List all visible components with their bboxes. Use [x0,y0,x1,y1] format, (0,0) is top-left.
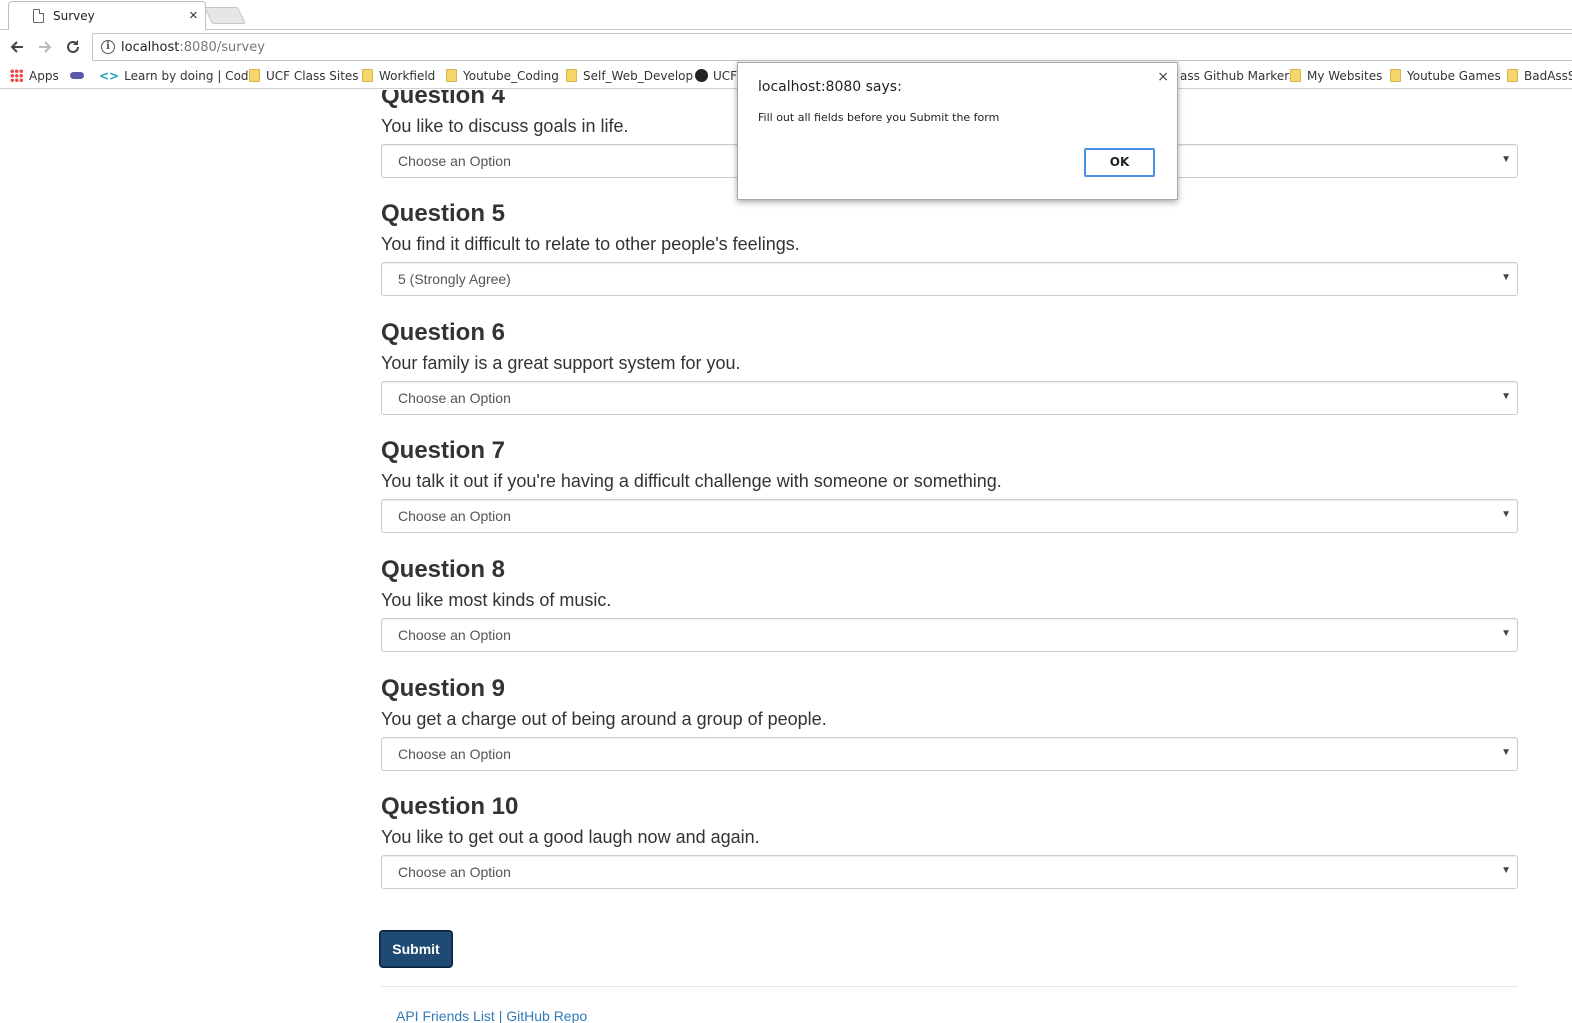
close-icon[interactable]: × [1157,69,1169,85]
forward-arrow-icon[interactable] [35,38,55,56]
reload-icon[interactable] [63,38,83,56]
tab-title: Survey [53,9,95,23]
question-text: You like to get out a good laugh now and… [381,827,760,847]
folder-icon [446,69,457,82]
alert-dialog: localhost:8080 says: × Fill out all fiel… [737,62,1178,200]
question-text: You find it difficult to relate to other… [381,234,800,254]
answer-select[interactable]: Choose an Option ▼ [381,499,1518,533]
back-arrow-icon[interactable] [7,38,27,56]
submit-button[interactable]: Submit [380,931,452,967]
question-6: Question 6 Your family is a great suppor… [381,319,1518,415]
question-title: Question 5 [381,200,506,227]
question-text: You get a charge out of being around a g… [381,709,827,729]
question-text: You like most kinds of music. [381,590,612,610]
folder-icon [249,69,260,82]
dialog-title: localhost:8080 says: [758,79,902,95]
question-title: Question 6 [381,319,506,346]
question-text: You talk it out if you're having a diffi… [381,471,1002,491]
link-icon [70,72,84,79]
answer-select[interactable]: Choose an Option ▼ [381,737,1518,771]
select-value: Choose an Option [398,390,511,406]
chevron-down-icon: ▼ [1501,865,1511,876]
info-icon[interactable]: i [101,40,115,54]
dialog-message: Fill out all fields before you Submit th… [758,111,1000,124]
question-title: Question 10 [381,793,519,820]
code-icon: <> [99,69,120,83]
footer-links[interactable]: API Friends List | GitHub Repo [396,1008,587,1023]
question-text: Your family is a great support system fo… [381,353,741,373]
browser-toolbar: i localhost:8080/survey [0,30,1572,64]
bookmark-apps[interactable]: Apps [10,67,59,85]
answer-select[interactable]: Choose an Option ▼ [381,618,1518,652]
chevron-down-icon: ▼ [1501,628,1511,639]
question-10: Question 10 You like to get out a good l… [381,793,1518,889]
bookmark-ucf-github[interactable]: UCF [695,67,737,85]
url-text: localhost:8080/survey [121,40,265,55]
select-value: Choose an Option [398,508,511,524]
bookmark-my-websites[interactable]: My Websites [1290,67,1382,85]
question-9: Question 9 You get a charge out of being… [381,675,1518,771]
folder-icon [1507,69,1518,82]
ok-button[interactable]: OK [1084,148,1155,177]
apps-grid-icon [10,69,23,82]
answer-select[interactable]: 5 (Strongly Agree) ▼ [381,262,1518,296]
chevron-down-icon: ▼ [1501,509,1511,520]
new-tab-button[interactable] [204,7,246,24]
folder-icon [1390,69,1401,82]
answer-select[interactable]: Choose an Option ▼ [381,855,1518,889]
address-bar[interactable]: i localhost:8080/survey [92,33,1572,61]
page-icon [33,9,44,23]
folder-icon [362,69,373,82]
folder-icon [1290,69,1301,82]
chevron-down-icon: ▼ [1501,747,1511,758]
folder-icon [566,69,577,82]
bookmark-link[interactable] [70,67,84,85]
question-title: Question 8 [381,556,506,583]
select-value: Choose an Option [398,153,511,169]
question-5: Question 5 You find it difficult to rela… [381,200,1518,296]
bookmark-self-web-develop[interactable]: Self_Web_Develop [566,67,693,85]
chevron-down-icon: ▼ [1501,272,1511,283]
chevron-down-icon: ▼ [1501,154,1511,165]
bookmark-workfield[interactable]: Workfield [362,67,435,85]
footer-divider [381,986,1518,987]
survey-page: Question 4 You like to discuss goals in … [0,90,1572,1023]
browser-tab[interactable]: Survey × [8,1,206,31]
select-value: 5 (Strongly Agree) [398,271,511,287]
select-value: Choose an Option [398,864,511,880]
question-title: Question 7 [381,437,506,464]
github-icon [695,69,708,82]
bookmark-badass[interactable]: BadAssS [1507,67,1572,85]
question-title: Question 9 [381,675,506,702]
answer-select[interactable]: Choose an Option ▼ [381,381,1518,415]
select-value: Choose an Option [398,746,511,762]
tab-strip: Survey × [0,0,1572,31]
chevron-down-icon: ▼ [1501,391,1511,402]
select-value: Choose an Option [398,627,511,643]
question-8: Question 8 You like most kinds of music.… [381,556,1518,652]
bookmark-github-markers[interactable]: ass Github Markers [1180,67,1295,85]
bookmark-learn-by-doing[interactable]: <> Learn by doing | Code [99,67,256,85]
close-tab-icon[interactable]: × [189,7,198,25]
bookmark-youtube-coding[interactable]: Youtube_Coding [446,67,559,85]
bookmark-youtube-games[interactable]: Youtube Games [1390,67,1501,85]
question-7: Question 7 You talk it out if you're hav… [381,437,1518,533]
bookmark-ucf-class-sites[interactable]: UCF Class Sites [249,67,359,85]
